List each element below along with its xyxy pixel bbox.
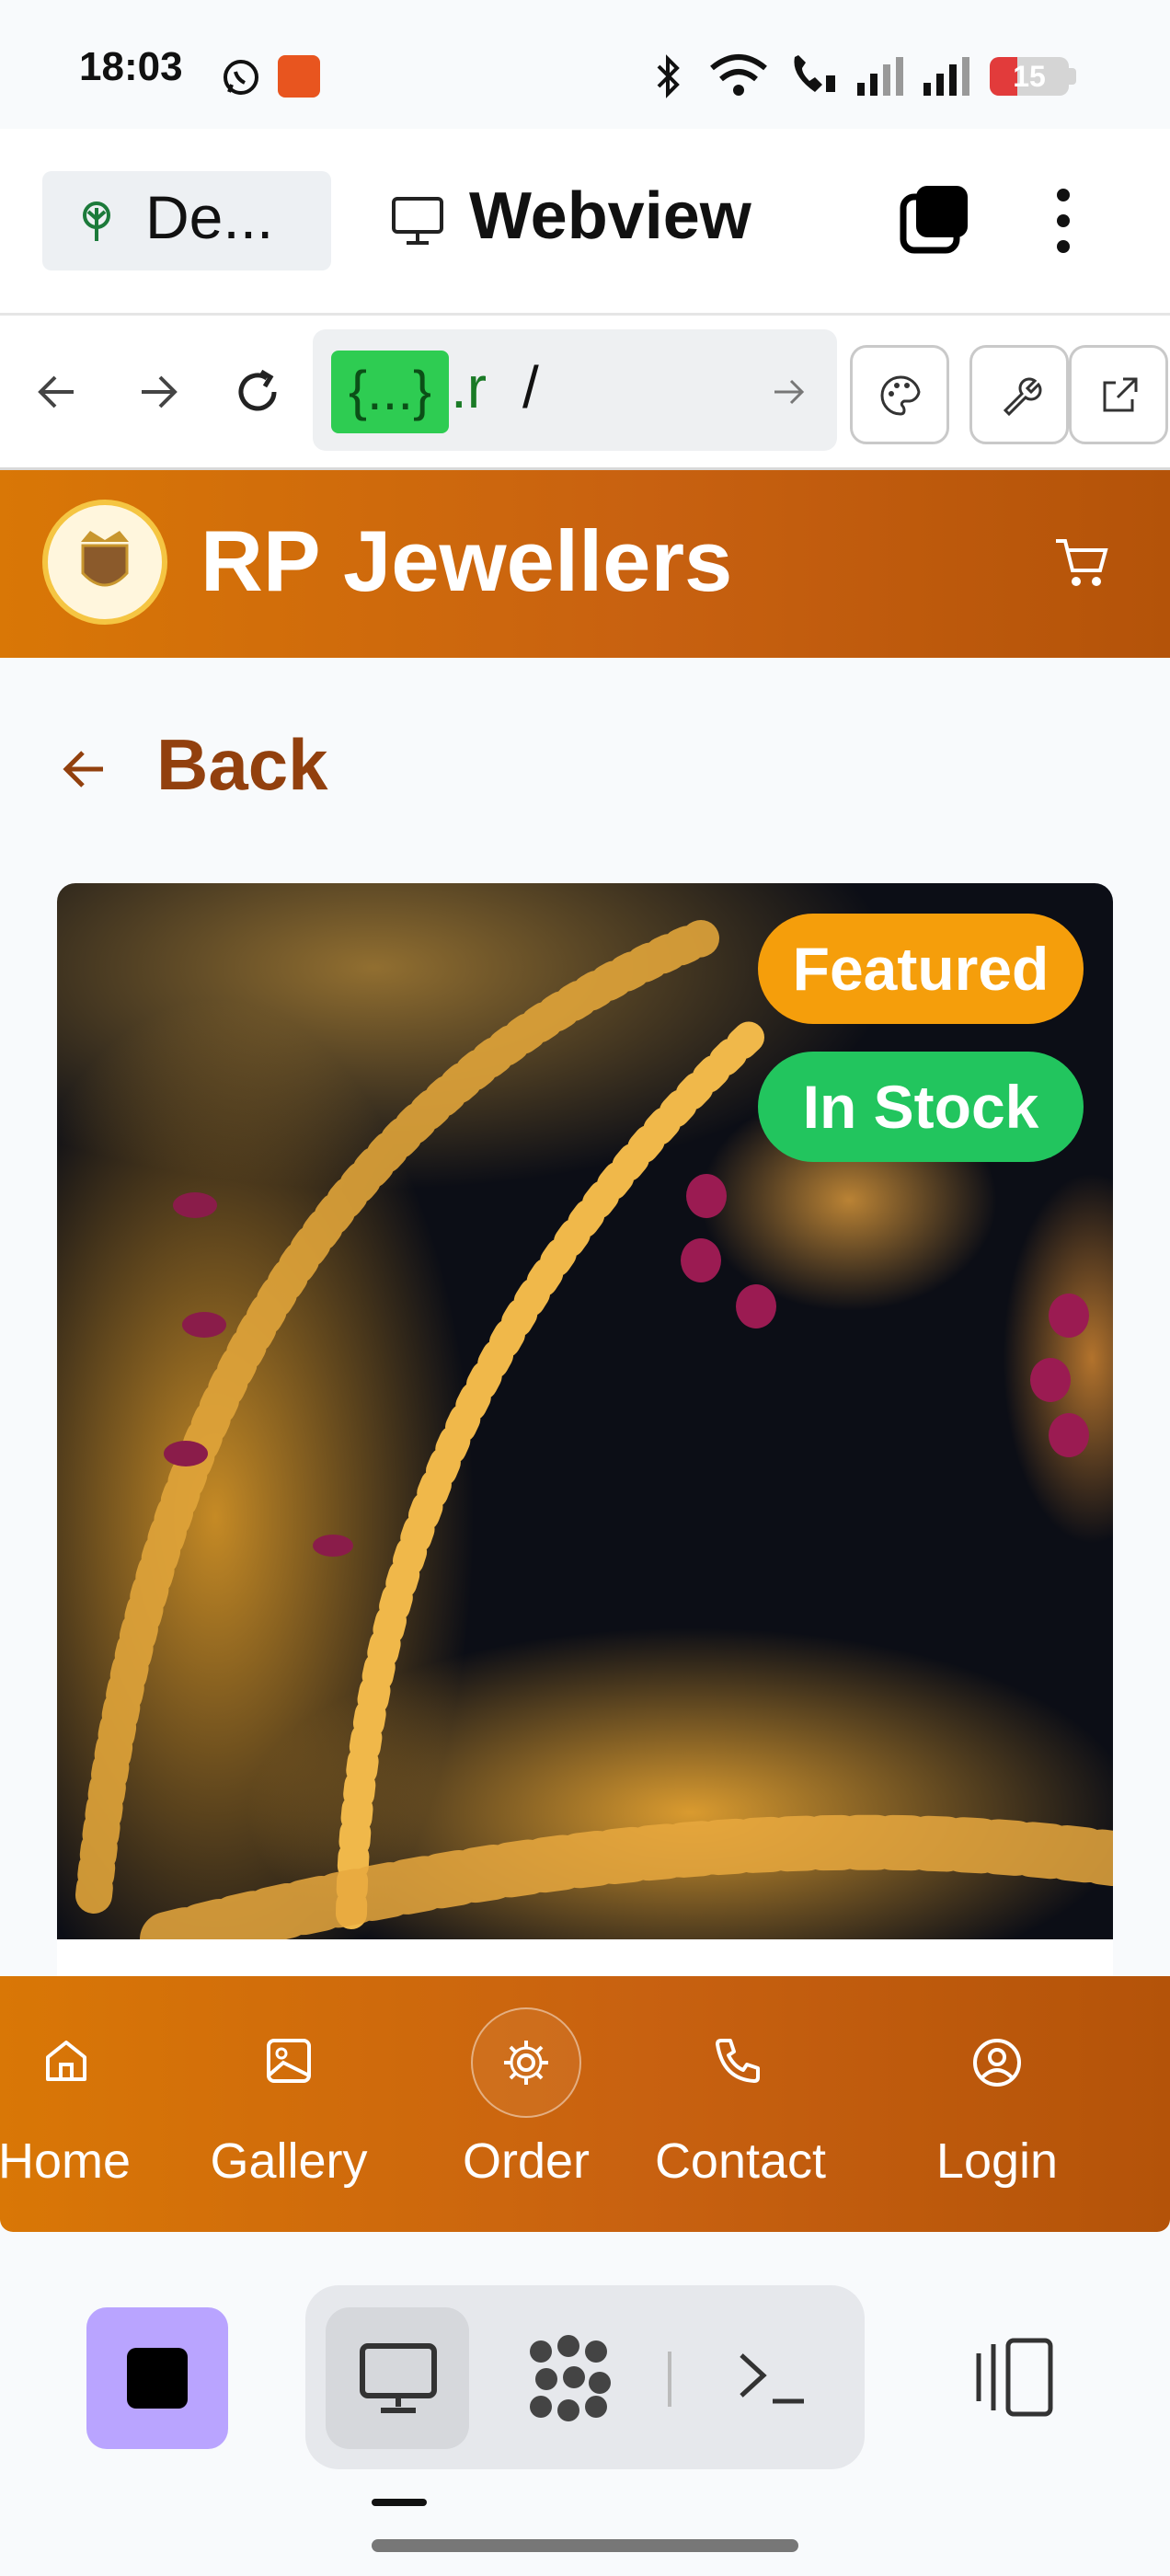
url-domain-chip: {...} xyxy=(331,351,449,433)
more-vert-icon[interactable] xyxy=(1045,184,1082,258)
palette-icon xyxy=(880,375,921,416)
whatsapp-icon xyxy=(224,60,258,95)
url-path: / xyxy=(522,354,539,420)
tab-webview[interactable]: Webview xyxy=(469,178,751,254)
cursor-indicator xyxy=(372,2499,427,2506)
split-screen-icon[interactable] xyxy=(969,2335,1058,2420)
arrow-left-icon[interactable] xyxy=(59,743,110,795)
terminal-icon[interactable] xyxy=(736,2346,809,2410)
signal-icon xyxy=(923,57,969,96)
nav-home[interactable]: Home xyxy=(0,2133,138,2190)
nav-order[interactable]: Order xyxy=(434,2133,618,2190)
bluetooth-icon xyxy=(657,54,680,98)
wifi-icon xyxy=(710,54,767,96)
dock-divider xyxy=(668,2352,671,2407)
tab-devtools-label: De... xyxy=(145,183,274,251)
app-notification-icon xyxy=(278,55,320,98)
tree-icon xyxy=(83,201,110,241)
battery-level: 15 xyxy=(1013,60,1046,93)
stop-icon xyxy=(127,2348,188,2409)
image-icon[interactable] xyxy=(263,2035,315,2087)
cart-icon[interactable] xyxy=(1052,535,1111,591)
brand-name[interactable]: RP Jewellers xyxy=(201,512,732,611)
necklace-illustration xyxy=(75,920,1113,1939)
phone-icon[interactable] xyxy=(712,2035,763,2087)
home-indicator[interactable] xyxy=(372,2539,798,2552)
arrow-back-icon[interactable] xyxy=(33,368,81,416)
go-arrow-icon[interactable] xyxy=(771,374,808,410)
bottom-nav xyxy=(0,1976,1170,2232)
crest-icon xyxy=(81,531,129,587)
product-card xyxy=(57,1939,1113,1976)
nav-contact[interactable]: Contact xyxy=(635,2133,846,2190)
gear-icon[interactable] xyxy=(500,2037,552,2088)
reload-icon[interactable] xyxy=(230,364,285,420)
featured-badge: Featured xyxy=(758,914,1084,1024)
battery-cap xyxy=(1069,68,1076,85)
open-external-button[interactable] xyxy=(1069,345,1168,444)
brand-logo[interactable] xyxy=(42,500,167,625)
nav-login[interactable]: Login xyxy=(905,2133,1089,2190)
tabs-overview-icon[interactable] xyxy=(898,182,971,256)
network-icon[interactable] xyxy=(522,2333,614,2425)
theme-button[interactable] xyxy=(850,345,949,444)
back-link[interactable]: Back xyxy=(156,723,327,807)
tools-button[interactable] xyxy=(969,345,1069,444)
volte-call-icon xyxy=(794,55,835,92)
monitor-icon xyxy=(360,2343,437,2413)
status-time: 18:03 xyxy=(79,44,183,89)
url-domain-suffix: .r xyxy=(451,354,488,420)
battery-icon: 15 xyxy=(990,57,1069,96)
user-circle-icon[interactable] xyxy=(969,2035,1025,2090)
monitor-icon xyxy=(392,197,443,245)
arrow-forward-icon[interactable] xyxy=(134,368,182,416)
signal-icon xyxy=(857,57,903,96)
nav-gallery[interactable]: Gallery xyxy=(197,2133,381,2190)
wrench-icon xyxy=(1003,377,1042,417)
external-link-icon xyxy=(1103,377,1138,412)
product-image xyxy=(57,883,1113,1939)
stock-badge: In Stock xyxy=(758,1052,1084,1162)
home-icon[interactable] xyxy=(40,2035,92,2087)
